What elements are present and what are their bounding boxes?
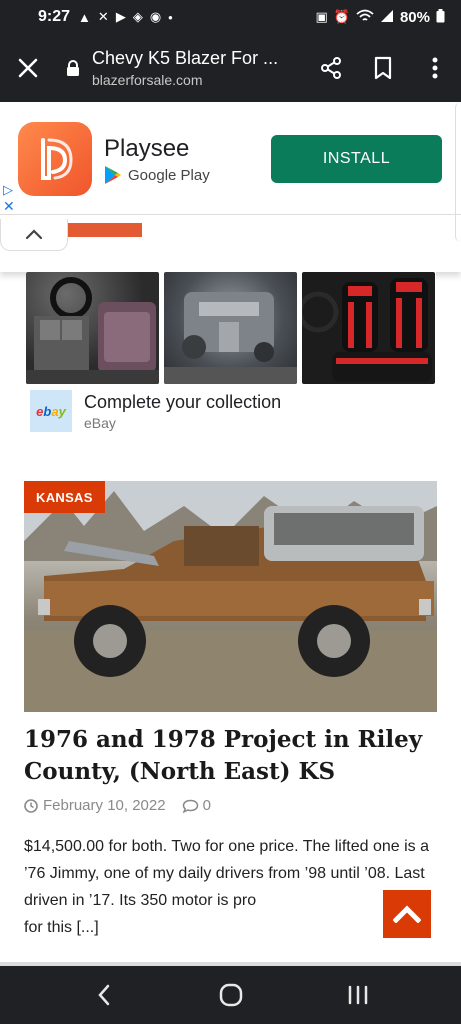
article-meta: February 10, 2022 0	[24, 797, 211, 814]
ad-accent-strip	[68, 223, 142, 237]
notification-app-icon-2: ◈	[132, 9, 143, 24]
recents-icon	[348, 985, 367, 1005]
notification-youtube-icon: ▶	[115, 9, 126, 24]
nav-recents-button[interactable]	[328, 966, 388, 1024]
clock-icon	[24, 798, 38, 813]
article-title[interactable]: 1976 and 1978 Project in Riley County, (…	[24, 724, 434, 788]
comment-icon	[182, 799, 198, 813]
url-box[interactable]: Chevy K5 Blazer For ... blazerforsale.co…	[84, 48, 305, 88]
adchoices-icon[interactable]: ▷	[3, 182, 13, 198]
article-excerpt: $14,500.00 for both. Two for one price. …	[24, 833, 436, 941]
article-image[interactable]: KANSAS	[24, 481, 437, 712]
article-date[interactable]: February 10, 2022	[43, 797, 166, 814]
lock-icon[interactable]	[62, 59, 84, 77]
browser-toolbar: Chevy K5 Blazer For ... blazerforsale.co…	[0, 34, 461, 102]
home-icon	[219, 983, 242, 1007]
battery-percent: 80%	[399, 8, 430, 26]
bookmark-icon	[374, 56, 392, 80]
page-edge-handle	[455, 102, 461, 242]
ebay-thumbnails	[26, 272, 436, 384]
chevron-up-icon	[25, 229, 43, 240]
ad-close-icon[interactable]: ✕	[3, 198, 15, 215]
notification-icons: ▲ ✕ ▶ ◈ ◉ •	[78, 9, 173, 25]
page-title: Chevy K5 Blazer For ...	[92, 48, 279, 68]
alarm-icon: ⏰	[333, 9, 350, 24]
install-button[interactable]: INSTALL	[271, 135, 442, 183]
screen: 9:27 ▲ ✕ ▶ ◈ ◉ • ▣ ⏰ 80% Chevy K5 Blazer…	[0, 0, 461, 1024]
more-vert-icon	[432, 57, 438, 79]
system-navigation-bar	[0, 966, 461, 1024]
bookmark-button[interactable]	[357, 34, 409, 102]
ebay-thumb-engine[interactable]	[164, 272, 297, 384]
wifi-icon	[356, 9, 374, 26]
system-icons: ▣ ⏰ 80%	[315, 8, 445, 26]
ad-app-name[interactable]: Playsee	[104, 135, 189, 163]
ad-area: ▷ ✕ Playsee Google Play INSTALL	[0, 102, 461, 272]
category-badge[interactable]: KANSAS	[24, 481, 105, 513]
ebay-ad-source: eBay	[84, 415, 116, 431]
battery-icon	[436, 8, 445, 26]
comment-count[interactable]: 0	[203, 797, 211, 814]
status-bar: 9:27 ▲ ✕ ▶ ◈ ◉ • ▣ ⏰ 80%	[0, 0, 461, 34]
nav-back-button[interactable]	[74, 966, 134, 1024]
page-domain: blazerforsale.com	[92, 72, 203, 88]
nav-home-button[interactable]	[201, 966, 261, 1024]
collapse-ad-button[interactable]	[0, 219, 68, 251]
google-play-icon	[105, 166, 121, 184]
ebay-ad-title[interactable]: Complete your collection	[84, 392, 281, 413]
close-icon	[18, 58, 38, 78]
notification-app-icon-3: ◉	[149, 9, 162, 24]
google-play-label: Google Play	[104, 165, 210, 185]
app-install-ad[interactable]: ▷ ✕ Playsee Google Play INSTALL	[0, 102, 461, 215]
status-time: 9:27	[38, 8, 71, 25]
excerpt-read-more[interactable]: for this [...]	[24, 919, 99, 936]
ebay-logo: ebay	[30, 390, 72, 432]
nfc-icon: ▣	[315, 9, 328, 24]
notification-bell-icon: ▲	[78, 9, 91, 25]
notification-app-icon: ✕	[97, 9, 109, 24]
scroll-to-top-button[interactable]	[383, 890, 431, 938]
chevron-up-icon	[393, 905, 421, 923]
signal-icon	[380, 9, 394, 26]
back-icon	[97, 984, 109, 1006]
share-icon	[321, 57, 341, 79]
ad-collapse-strip	[0, 215, 461, 272]
playsee-app-icon[interactable]	[18, 122, 92, 196]
notification-dot-icon: •	[168, 9, 173, 25]
ebay-thumb-interior[interactable]	[26, 272, 159, 384]
more-options-button[interactable]	[409, 34, 461, 102]
ebay-thumb-seats[interactable]	[302, 272, 435, 384]
ebay-ad-info[interactable]: ebay Complete your collection eBay	[26, 390, 436, 436]
close-tab-button[interactable]	[0, 34, 56, 102]
store-name: Google Play	[128, 166, 210, 184]
ebay-ad[interactable]: ebay Complete your collection eBay	[26, 272, 436, 440]
share-button[interactable]	[305, 34, 357, 102]
excerpt-text: $14,500.00 for both. Two for one price. …	[24, 838, 430, 909]
